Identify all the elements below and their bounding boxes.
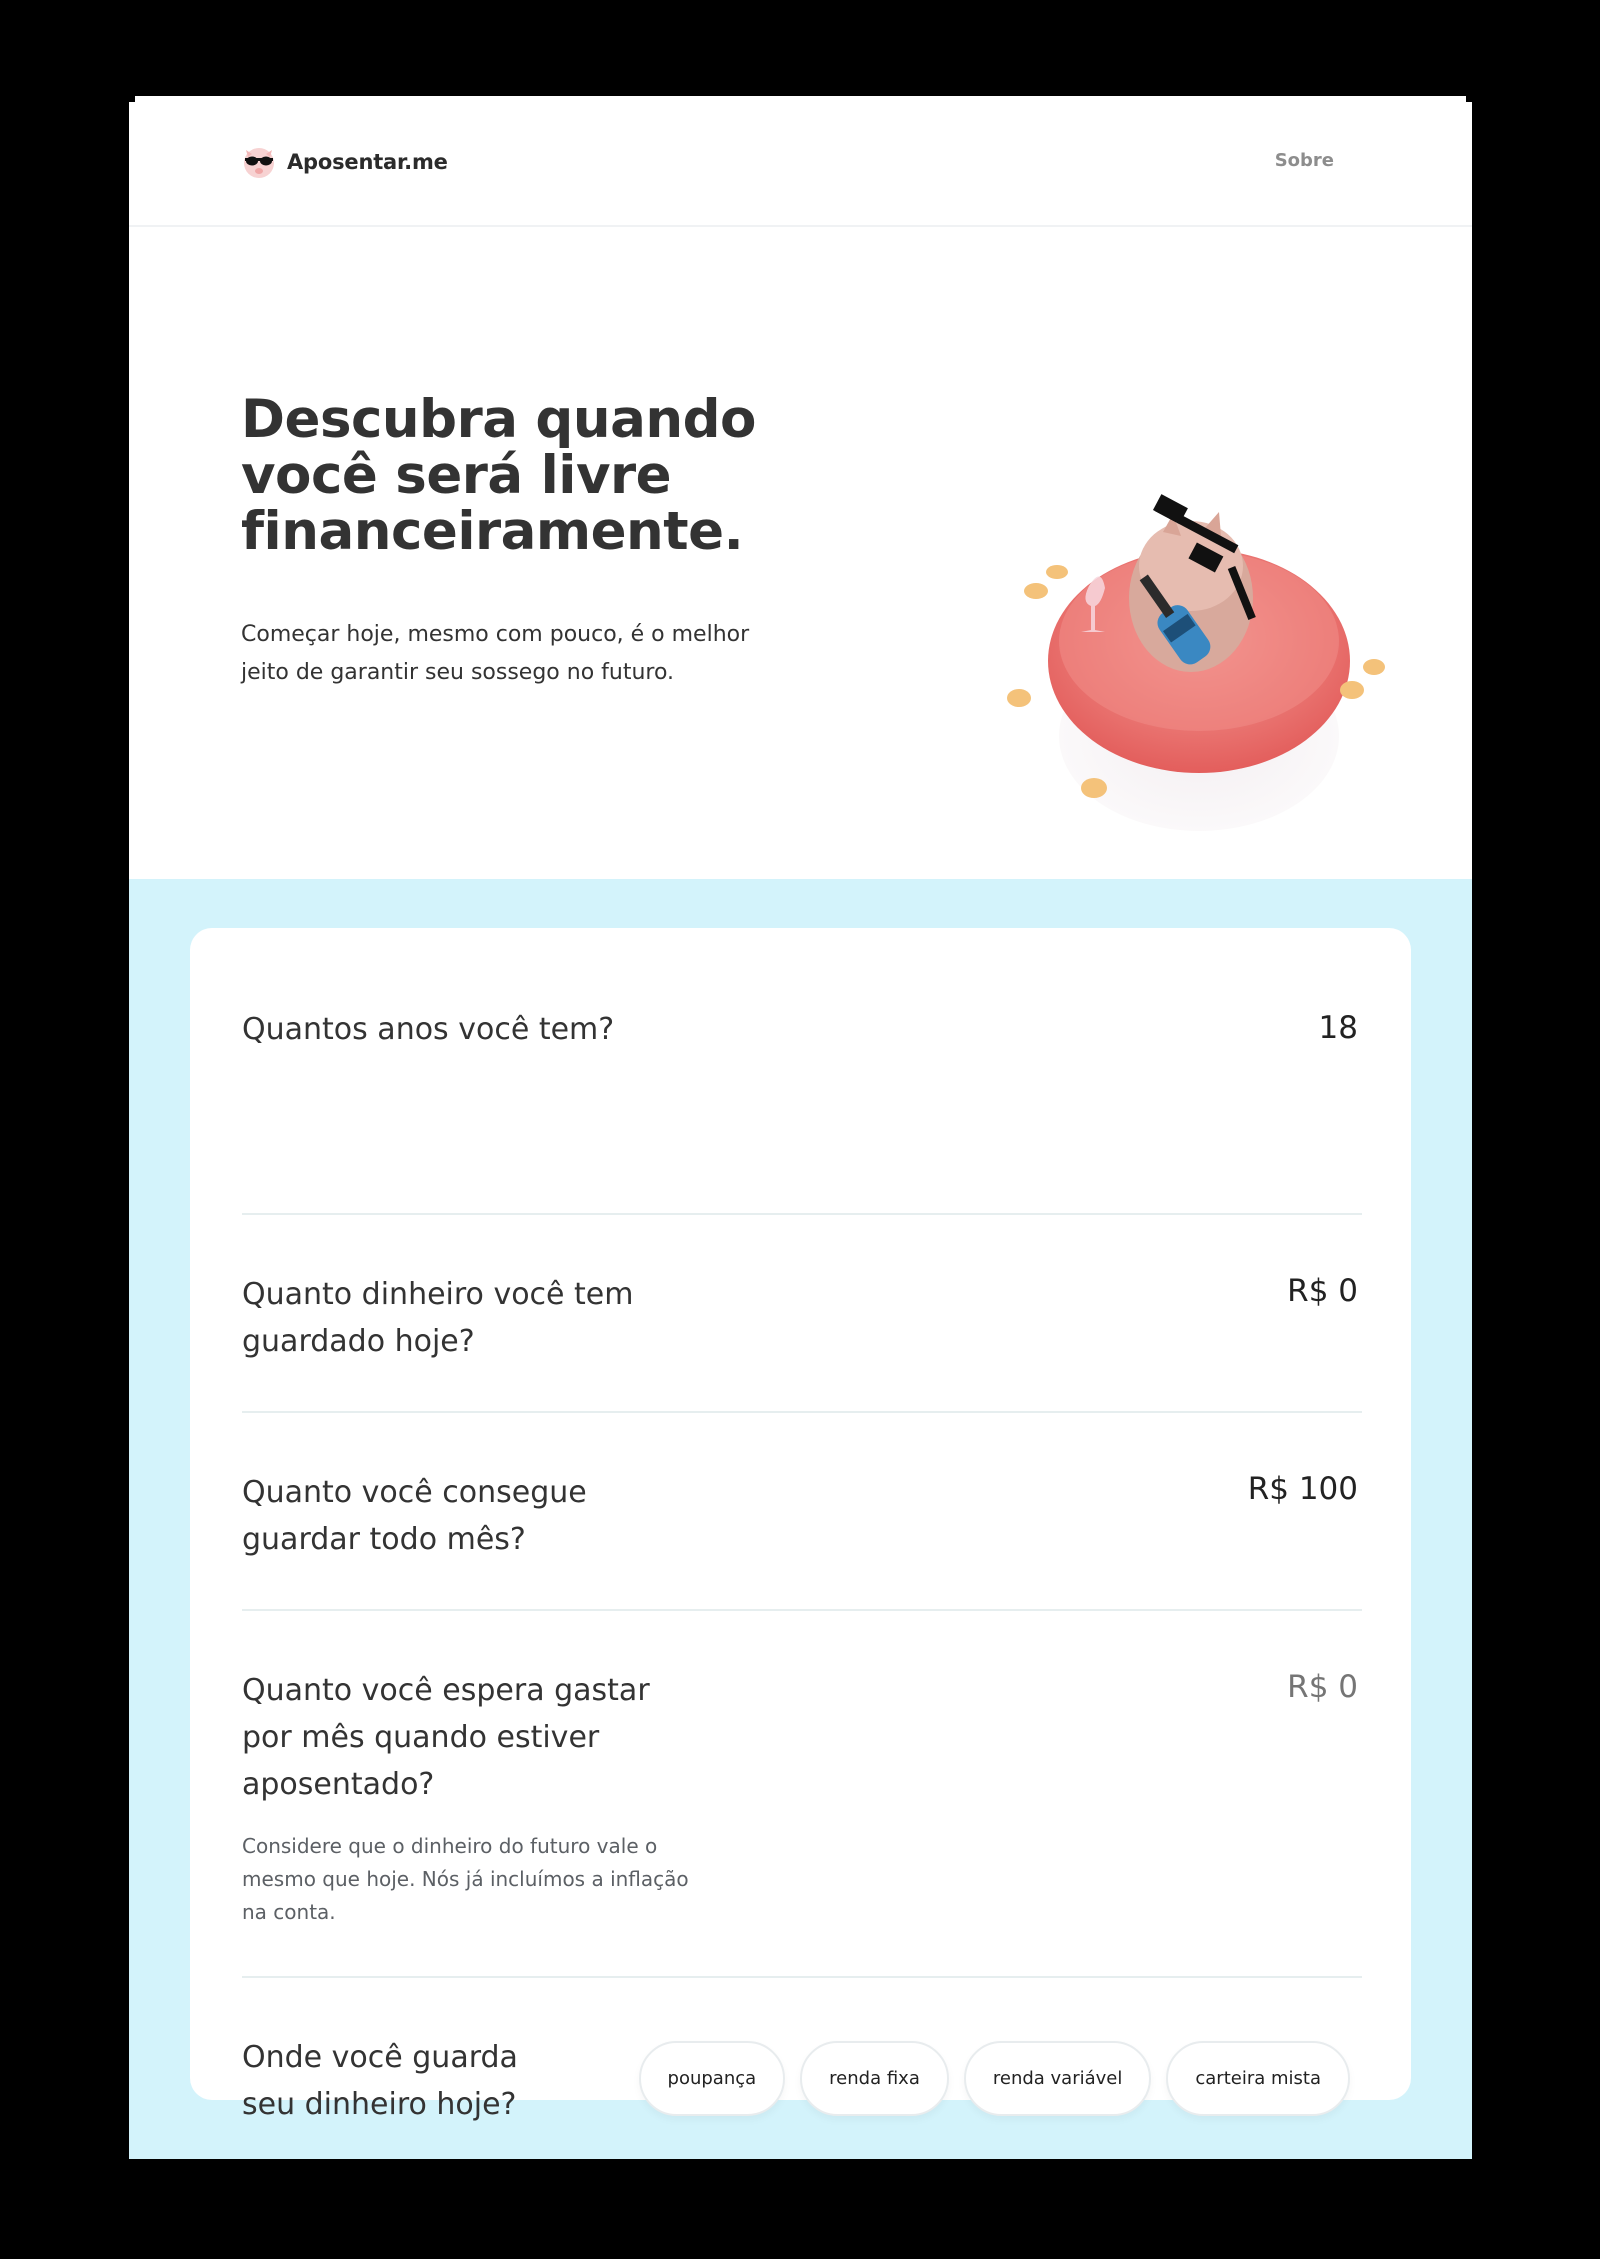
age-label: Quantos anos você tem? — [242, 1012, 615, 1047]
form-card: Quantos anos você tem? Quanto dinheiro v… — [190, 928, 1411, 2122]
spending-hint: Considere que o dinheiro do futuro vale … — [242, 1834, 689, 1924]
spending-label: Quanto você espera gastar por mês quando… — [242, 1673, 650, 1802]
savings-label: Quanto dinheiro você tem guardado hoje? — [242, 1277, 634, 1359]
pig-sunglasses-icon — [244, 148, 274, 178]
spending-input[interactable] — [1118, 1669, 1358, 1705]
monthly-question-row: Quanto você consegue guardar todo mês? — [242, 1413, 1362, 1611]
spending-question-row: Quanto você espera gastar por mês quando… — [242, 1611, 1362, 1978]
monthly-label: Quanto você consegue guardar todo mês? — [242, 1475, 587, 1557]
nav-about-link[interactable]: Sobre — [1275, 150, 1334, 171]
savings-input[interactable] — [1118, 1273, 1358, 1309]
savings-question-row: Quanto dinheiro você tem guardado hoje? — [242, 1215, 1362, 1413]
option-carteira-mista-button[interactable]: carteira mista — [1166, 2041, 1350, 2116]
option-poupanca-button[interactable]: poupança — [638, 2041, 786, 2116]
hero-subtitle: Começar hoje, mesmo com pouco, é o melho… — [241, 622, 750, 685]
brand-name: Aposentar.me — [287, 150, 448, 174]
hero-title: Descubra quando você será livre financei… — [241, 389, 756, 562]
brand-logo[interactable]: Aposentar.me — [241, 144, 448, 180]
option-renda-variavel-button[interactable]: renda variável — [963, 2041, 1152, 2116]
investment-label: Onde você guarda seu dinheiro hoje? — [242, 2040, 518, 2122]
top-header: Aposentar.me Sobre — [129, 96, 1472, 227]
investment-question-row: Onde você guarda seu dinheiro hoje? poup… — [242, 1978, 1362, 2122]
option-renda-fixa-button[interactable]: renda fixa — [800, 2041, 949, 2116]
pig-floating-illustration — [1007, 494, 1385, 831]
investment-options: poupança renda fixa renda variável carte… — [638, 2041, 1350, 2116]
age-input[interactable] — [1118, 1010, 1358, 1046]
monthly-input[interactable] — [1118, 1471, 1358, 1507]
age-question-row: Quantos anos você tem? — [242, 928, 1362, 1215]
app-window: Aposentar.me Sobre Descubra quando você … — [129, 96, 1472, 2159]
